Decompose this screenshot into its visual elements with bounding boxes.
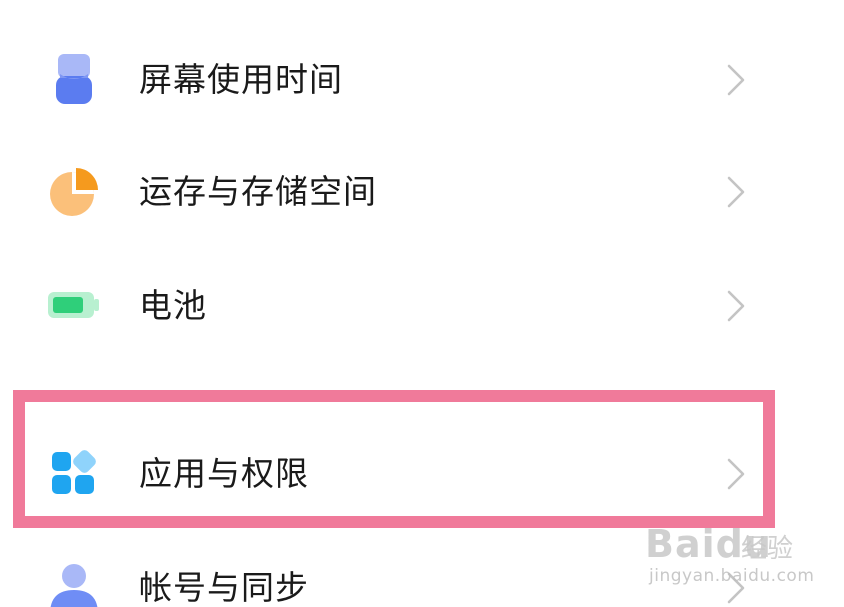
screen-time-icon xyxy=(48,54,100,106)
account-person-icon xyxy=(48,562,100,607)
settings-item-battery[interactable]: 电池 xyxy=(0,254,844,354)
settings-item-label: 应用与权限 xyxy=(139,454,309,493)
chevron-right-icon xyxy=(724,174,748,210)
settings-item-storage[interactable]: 运存与存储空间 xyxy=(0,140,844,240)
battery-icon xyxy=(48,280,100,332)
settings-page: 屏幕使用时间 运存与存储空间 电池 应用与权限 帐号与同步 Baidu 经验 j… xyxy=(0,0,844,607)
settings-item-account-sync[interactable]: 帐号与同步 xyxy=(0,536,844,607)
chevron-right-icon xyxy=(724,570,748,606)
chevron-right-icon xyxy=(724,288,748,324)
settings-item-label: 运存与存储空间 xyxy=(139,172,377,211)
chevron-right-icon xyxy=(724,62,748,98)
settings-item-label: 帐号与同步 xyxy=(139,568,309,607)
settings-item-apps-permissions[interactable]: 应用与权限 xyxy=(0,422,844,522)
settings-item-label: 屏幕使用时间 xyxy=(139,60,343,99)
chevron-right-icon xyxy=(724,456,748,492)
settings-item-label: 电池 xyxy=(139,286,207,325)
apps-grid-icon xyxy=(48,448,100,500)
settings-item-screen-time[interactable]: 屏幕使用时间 xyxy=(0,28,844,128)
storage-pie-icon xyxy=(48,166,100,218)
